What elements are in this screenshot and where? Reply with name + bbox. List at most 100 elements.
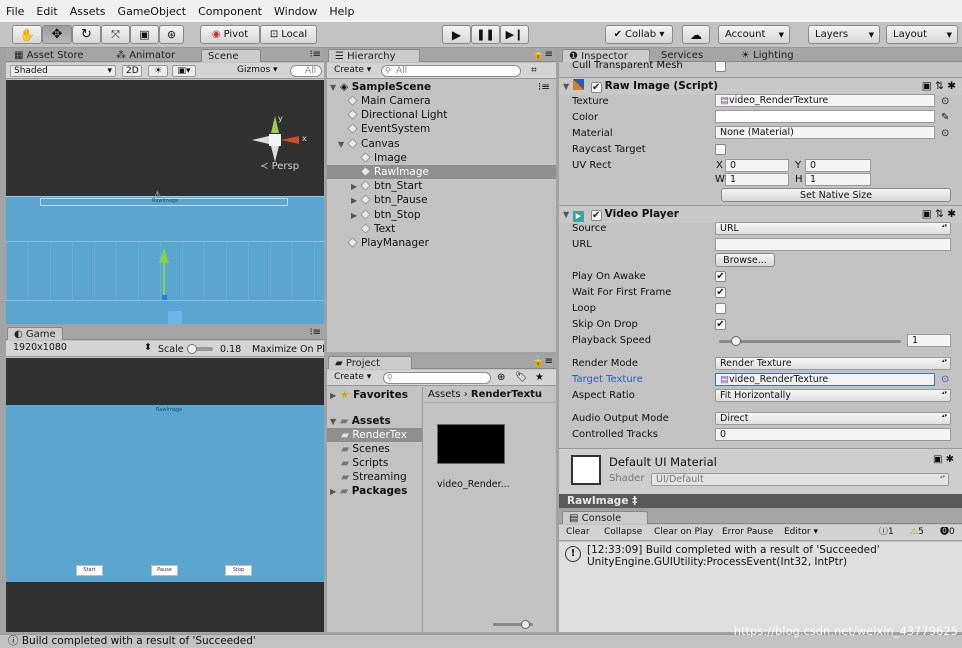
rect-tool-button[interactable]: ▣ bbox=[130, 25, 159, 44]
tab-project[interactable]: ▰ Project bbox=[328, 356, 412, 369]
collab-button[interactable]: ✔ Collab ▾ bbox=[605, 25, 673, 44]
tab-asset-store[interactable]: ▦ Asset Store bbox=[8, 49, 90, 62]
pause-button[interactable]: ❚❚ bbox=[471, 25, 500, 44]
folder-scripts[interactable]: ▰ Scripts bbox=[327, 456, 422, 470]
hierarchy-item[interactable]: Image bbox=[327, 151, 556, 165]
scene-search-input[interactable]: All bbox=[290, 65, 322, 77]
local-toggle[interactable]: ⊡ Local bbox=[260, 25, 317, 44]
hierarchy-item[interactable]: ▼ Canvas bbox=[327, 137, 556, 151]
scene-root-row[interactable]: ▼ ◈ SampleScene ⁝≡ bbox=[327, 80, 556, 94]
step-button[interactable]: ▶❙ bbox=[500, 25, 529, 44]
console-warning-filter[interactable]: ⚠5 bbox=[907, 527, 933, 539]
set-native-size-button[interactable]: Set Native Size bbox=[721, 188, 951, 202]
menu-edit[interactable]: Edit bbox=[36, 5, 57, 18]
assets-row[interactable]: ▼ ▰ Assets bbox=[327, 414, 422, 428]
hierarchy-item[interactable]: Main Camera bbox=[327, 94, 556, 108]
folder-rendertex[interactable]: ▰ RenderTex bbox=[327, 428, 422, 442]
game-view-canvas[interactable]: RawImage Start Pause Stop bbox=[6, 405, 324, 582]
game-start-button[interactable]: Start bbox=[76, 565, 103, 576]
layout-dropdown[interactable]: Layout ▼ bbox=[886, 25, 958, 44]
lock-icon[interactable]: 🔒≡ bbox=[532, 49, 553, 61]
panel-menu-icon[interactable]: ⁝≡ bbox=[309, 49, 321, 61]
uv-x-field[interactable]: 0 bbox=[725, 159, 789, 172]
favorites-row[interactable]: ▶ ★ Favorites bbox=[327, 388, 422, 402]
skip-on-drop-checkbox[interactable]: ✔ bbox=[715, 319, 726, 330]
hierarchy-item[interactable]: PlayManager bbox=[327, 236, 556, 250]
playback-speed-thumb[interactable] bbox=[731, 336, 741, 346]
texture-field[interactable]: ▤video_RenderTexture bbox=[715, 94, 935, 107]
2d-toggle[interactable]: 2D bbox=[122, 65, 142, 77]
expand-arrow-icon[interactable]: ▶ bbox=[351, 180, 361, 194]
scene-menu-icon[interactable]: ⁝≡ bbox=[538, 80, 550, 94]
playback-speed-field[interactable]: 1 bbox=[907, 334, 951, 347]
menu-file[interactable]: File bbox=[6, 5, 24, 18]
gizmos-dropdown[interactable]: Gizmos ▾ bbox=[234, 65, 284, 77]
hierarchy-item[interactable]: EventSystem bbox=[327, 122, 556, 136]
hierarchy-create-dropdown[interactable]: Create ▾ bbox=[331, 65, 377, 77]
object-picker-icon[interactable]: ⊙ bbox=[941, 128, 949, 140]
menu-window[interactable]: Window bbox=[274, 5, 317, 18]
console-log-entry[interactable]: [12:33:09] Build completed with a result… bbox=[587, 544, 880, 568]
audio-output-dropdown[interactable]: Direct bbox=[715, 412, 951, 425]
folder-scenes[interactable]: ▰ Scenes bbox=[327, 442, 422, 456]
shader-dropdown[interactable]: UI/Default bbox=[651, 473, 949, 486]
label-filter-icon[interactable]: 🏷 bbox=[515, 372, 528, 384]
shading-dropdown[interactable]: Shaded ▾ bbox=[10, 65, 116, 77]
console-info-filter[interactable]: ⓘ1 bbox=[876, 527, 902, 539]
expand-arrow-icon[interactable]: ▶ bbox=[351, 194, 361, 208]
pivot-toggle[interactable]: ◉ Pivot bbox=[200, 25, 260, 44]
render-mode-dropdown[interactable]: Render Texture bbox=[715, 357, 951, 370]
object-picker-icon[interactable]: ⊙ bbox=[941, 96, 949, 108]
maximize-on-play-toggle[interactable]: Maximize On Pl bbox=[252, 344, 324, 355]
hierarchy-item[interactable]: ▶ btn_Pause bbox=[327, 193, 556, 207]
playback-speed-slider[interactable] bbox=[719, 340, 901, 343]
expand-arrow-icon[interactable]: ▼ bbox=[338, 138, 348, 152]
uv-h-field[interactable]: 1 bbox=[805, 173, 871, 186]
render-texture-thumbnail[interactable] bbox=[437, 424, 505, 464]
scene-canvas-area[interactable]: RawImage bbox=[6, 196, 324, 324]
lock-icon[interactable]: 🔒≡ bbox=[532, 356, 553, 368]
scene-orientation-gizmo[interactable]: y x bbox=[251, 114, 311, 166]
effects-toggle-icon[interactable]: ▣▾ bbox=[172, 65, 196, 77]
play-button[interactable]: ▶ bbox=[442, 25, 471, 44]
icon-size-slider-thumb[interactable] bbox=[521, 620, 530, 629]
tab-console[interactable]: ▤ Console bbox=[562, 511, 648, 524]
console-clear-button[interactable]: Clear bbox=[563, 527, 595, 539]
game-stop-button[interactable]: Stop bbox=[225, 565, 252, 576]
console-collapse-button[interactable]: Collapse bbox=[601, 527, 647, 539]
resolution-dropdown[interactable]: 1920x1080 ⬍ bbox=[10, 343, 152, 355]
move-handle-center[interactable] bbox=[162, 295, 167, 300]
panel-menu-icon[interactable]: ⁝≡ bbox=[309, 327, 321, 339]
hand-tool-button[interactable]: ✋ bbox=[12, 25, 42, 44]
breadcrumb-assets[interactable]: Assets bbox=[428, 389, 461, 400]
console-error-filter[interactable]: ⓿0 bbox=[937, 527, 961, 539]
account-dropdown[interactable]: Account ▼ bbox=[718, 25, 790, 44]
uv-y-field[interactable]: 0 bbox=[805, 159, 871, 172]
transform-tool-button[interactable]: ⊛ bbox=[159, 25, 184, 44]
raw-image-header[interactable]: ▼ ✔ Raw Image (Script) ▣ ⇅ ✱ bbox=[559, 77, 962, 95]
material-field[interactable]: None (Material) bbox=[715, 126, 935, 139]
browse-button[interactable]: Browse... bbox=[715, 253, 775, 267]
hierarchy-item[interactable]: Text bbox=[327, 222, 556, 236]
component-menu-icons[interactable]: ▣ ✱ bbox=[933, 454, 954, 465]
cloud-button[interactable]: ☁ bbox=[682, 25, 710, 44]
target-texture-field[interactable]: ▤video_RenderTexture bbox=[715, 373, 935, 386]
console-clear-on-play-button[interactable]: Clear on Play bbox=[651, 527, 717, 539]
uv-w-field[interactable]: 1 bbox=[725, 173, 789, 186]
scale-slider-thumb[interactable] bbox=[187, 344, 197, 354]
wait-first-frame-checkbox[interactable]: ✔ bbox=[715, 287, 726, 298]
breadcrumb-rendertexture[interactable]: RenderTextu bbox=[471, 389, 542, 400]
controlled-tracks-field[interactable]: 0 bbox=[715, 428, 951, 441]
type-filter-icon[interactable]: ⊕ bbox=[497, 372, 505, 384]
tab-game[interactable]: ◐ Game bbox=[7, 327, 63, 340]
lighting-toggle-icon[interactable]: ☀ bbox=[148, 65, 168, 77]
raycast-checkbox[interactable] bbox=[715, 144, 726, 155]
project-create-dropdown[interactable]: Create ▾ bbox=[331, 372, 377, 384]
hierarchy-item[interactable]: ▶ btn_Stop bbox=[327, 208, 556, 222]
persp-label[interactable]: ≺ Persp bbox=[260, 161, 299, 172]
eyedropper-icon[interactable]: ✎ bbox=[941, 112, 949, 124]
preview-bar[interactable]: RawImage ‡ bbox=[559, 494, 962, 508]
play-on-awake-checkbox[interactable]: ✔ bbox=[715, 271, 726, 282]
tab-scene[interactable]: Scene bbox=[201, 49, 261, 62]
move-handle-plane[interactable] bbox=[168, 311, 182, 324]
